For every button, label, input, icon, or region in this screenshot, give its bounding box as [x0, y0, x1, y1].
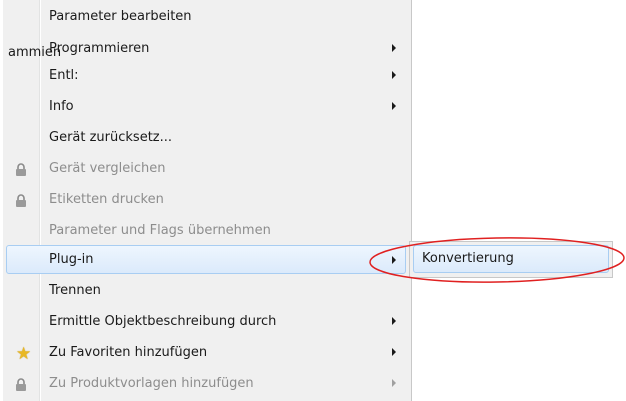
menu-item-etiketten-drucken: Etiketten drucken: [6, 186, 406, 214]
lock-icon: [16, 194, 26, 207]
menu-item-label: Trennen: [49, 283, 101, 298]
submenu-item-konvertierung[interactable]: Konvertierung: [413, 245, 609, 273]
menu-item-geraet-zuruecksetzen[interactable]: Gerät zurücksetz...: [6, 124, 406, 152]
menu-item-label: Zu Favoriten hinzufügen: [49, 345, 208, 360]
lock-icon: [16, 378, 26, 391]
menu-item-label: Info: [49, 99, 74, 114]
menu-item-label: Parameter bearbeiten: [49, 9, 192, 24]
submenu-arrow-icon: [392, 71, 396, 79]
submenu-arrow-icon: [392, 102, 396, 110]
context-menu: Parameter bearbeiten Programmieren Entl:…: [3, 0, 412, 401]
menu-item-ermittle-objektbeschreibung[interactable]: Ermittle Objektbeschreibung durch: [6, 308, 406, 336]
menu-item-parameter-flags-uebernehmen: Parameter und Flags übernehmen: [6, 217, 406, 245]
menu-item-label: Zu Produktvorlagen hinzufügen: [49, 376, 254, 391]
submenu-arrow-icon: [392, 317, 396, 325]
menu-item-programmieren[interactable]: Programmieren: [6, 31, 406, 59]
menu-item-label: Plug-in: [49, 252, 94, 267]
submenu-item-label: Konvertierung: [422, 251, 514, 266]
menu-item-label: Gerät zurücksetz...: [49, 130, 173, 145]
plug-in-submenu: Konvertierung: [409, 241, 613, 278]
menu-item-geraet-vergleichen: Gerät vergleichen: [6, 155, 406, 183]
menu-item-label: Ermittle Objektbeschreibung durch: [49, 314, 277, 329]
submenu-arrow-icon: [392, 44, 396, 52]
star-icon: ★: [16, 344, 32, 364]
menu-item-zu-produktvorlagen: Zu Produktvorlagen hinzufügen: [6, 370, 406, 398]
menu-item-label: Gerät vergleichen: [49, 161, 166, 176]
menu-item-label: Entl:: [49, 68, 79, 83]
menu-item-parameter-bearbeiten[interactable]: Parameter bearbeiten: [6, 3, 406, 31]
submenu-arrow-icon: [392, 256, 396, 264]
background-text: ammien: [8, 45, 62, 60]
submenu-arrow-icon: [392, 379, 396, 387]
lock-icon: [16, 163, 26, 176]
menu-item-trennen[interactable]: Trennen: [6, 277, 406, 305]
submenu-arrow-icon: [392, 348, 396, 356]
menu-item-entl[interactable]: Entl:: [6, 62, 406, 90]
menu-item-plug-in[interactable]: Plug-in: [6, 245, 406, 274]
menu-item-zu-favoriten[interactable]: ★ Zu Favoriten hinzufügen: [6, 339, 406, 367]
menu-item-info[interactable]: Info: [6, 93, 406, 121]
menu-item-label: Etiketten drucken: [49, 192, 164, 207]
menu-item-label: Programmieren: [49, 41, 150, 56]
menu-item-label: Parameter und Flags übernehmen: [49, 223, 271, 238]
